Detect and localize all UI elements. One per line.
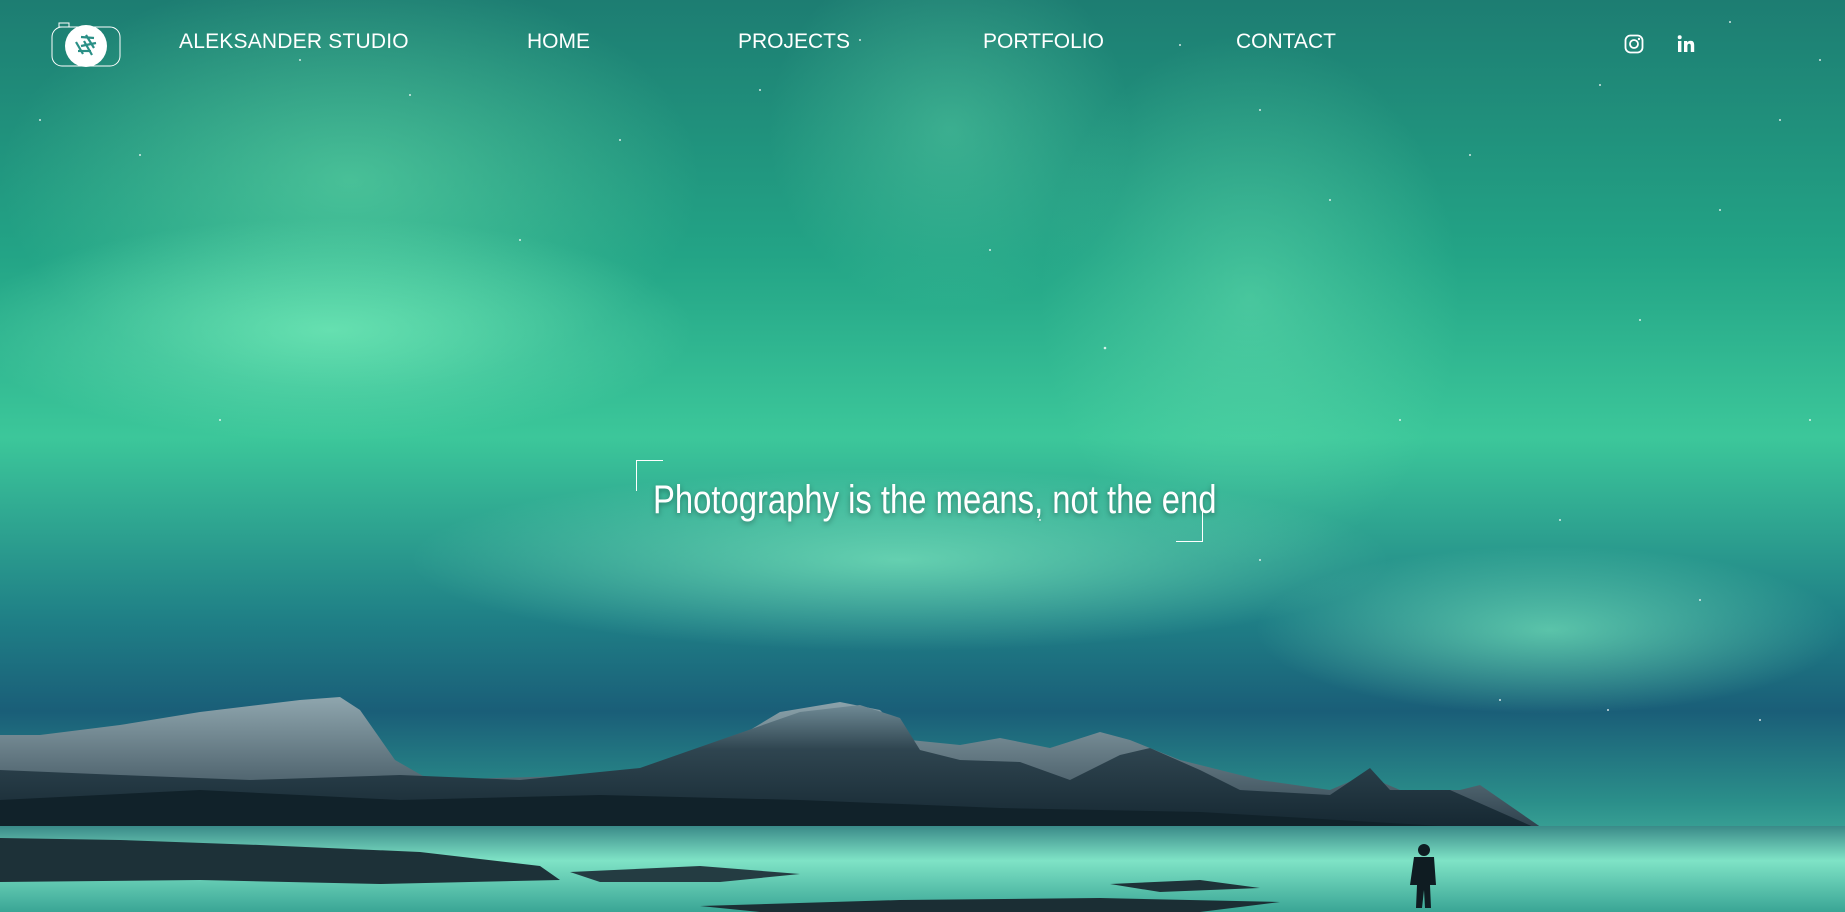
brand-name[interactable]: ALEKSANDER STUDIO — [179, 30, 409, 54]
nav-projects-link[interactable]: PROJECTS — [738, 30, 850, 54]
hero-tagline: Photography is the means, not the end — [653, 478, 1217, 522]
nav-portfolio-link[interactable]: PORTFOLIO — [983, 30, 1104, 54]
nav-contact-link[interactable]: CONTACT — [1236, 30, 1336, 54]
nav-home-link[interactable]: HOME — [527, 30, 590, 54]
hero-background-image — [0, 0, 1845, 912]
mountains-landscape — [0, 697, 1845, 912]
hero-tagline-frame: Photography is the means, not the end — [636, 460, 1216, 542]
instagram-icon[interactable] — [1623, 33, 1645, 55]
top-navigation: ALEKSANDER STUDIO HOME PROJECTS PORTFOLI… — [0, 0, 1845, 92]
linkedin-icon[interactable] — [1675, 33, 1697, 55]
camera-aperture-icon[interactable] — [50, 22, 122, 68]
frame-corner-bottom-right — [1176, 511, 1203, 542]
